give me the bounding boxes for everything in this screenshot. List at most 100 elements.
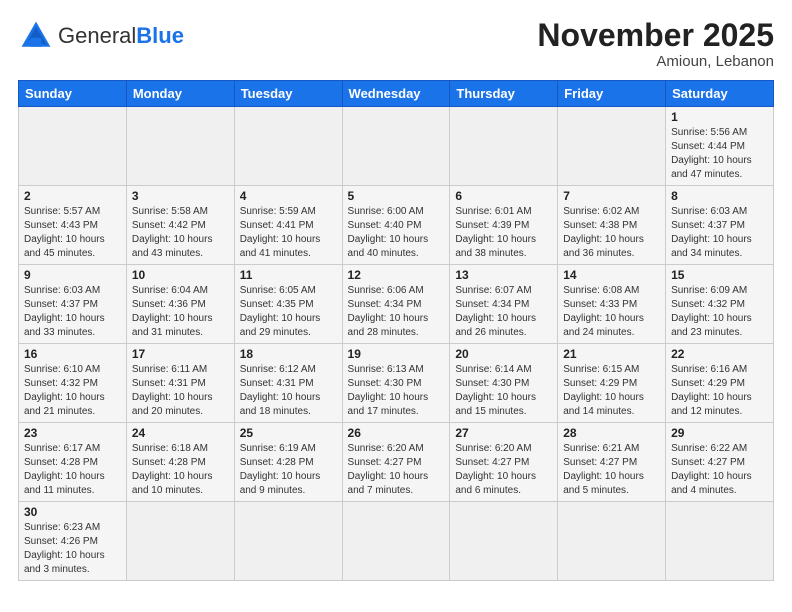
day-number: 19: [348, 347, 445, 361]
calendar-cell: 17 Sunrise: 6:11 AM Sunset: 4:31 PM Dayli…: [126, 344, 234, 423]
header-friday: Friday: [558, 81, 666, 107]
calendar-cell: 26 Sunrise: 6:20 AM Sunset: 4:27 PM Dayli…: [342, 423, 450, 502]
calendar-cell: 10Sunrise: 6:04 AM Sunset: 4:36 PM Dayli…: [126, 265, 234, 344]
calendar-cell: 13Sunrise: 6:07 AM Sunset: 4:34 PM Dayli…: [450, 265, 558, 344]
day-info: Sunrise: 6:18 AM Sunset: 4:28 PM Dayligh…: [132, 442, 229, 498]
calendar-week-row: 30Sunrise: 6:23 AM Sunset: 4:26 PM Dayli…: [19, 502, 774, 581]
day-info: Sunrise: 6:11 AM Sunset: 4:31 PM Dayligh…: [132, 363, 229, 419]
calendar-cell: [19, 107, 127, 186]
calendar-week-row: 9 Sunrise: 6:03 AM Sunset: 4:37 PM Daylig…: [19, 265, 774, 344]
calendar-cell: [558, 107, 666, 186]
header-sunday: Sunday: [19, 81, 127, 107]
calendar-cell: 25 Sunrise: 6:19 AM Sunset: 4:28 PM Dayli…: [234, 423, 342, 502]
title-block: November 2025 Amioun, Lebanon: [537, 18, 774, 70]
day-number: 9: [24, 268, 121, 282]
day-info: Sunrise: 6:19 AM Sunset: 4:28 PM Dayligh…: [240, 442, 337, 498]
calendar-cell: [342, 107, 450, 186]
day-info: Sunrise: 6:21 AM Sunset: 4:27 PM Dayligh…: [563, 442, 660, 498]
day-info: Sunrise: 6:08 AM Sunset: 4:33 PM Dayligh…: [563, 284, 660, 340]
day-info: Sunrise: 5:57 AM Sunset: 4:43 PM Dayligh…: [24, 205, 121, 261]
day-number: 2: [24, 189, 121, 203]
day-number: 15: [671, 268, 768, 282]
header: GeneralBlue November 2025 Amioun, Lebano…: [18, 18, 774, 70]
calendar-cell: [126, 107, 234, 186]
calendar-cell: [666, 502, 774, 581]
calendar-week-row: 2 Sunrise: 5:57 AM Sunset: 4:43 PM Daylig…: [19, 186, 774, 265]
calendar-cell: 11Sunrise: 6:05 AM Sunset: 4:35 PM Dayli…: [234, 265, 342, 344]
day-number: 21: [563, 347, 660, 361]
calendar-cell: 24 Sunrise: 6:18 AM Sunset: 4:28 PM Dayli…: [126, 423, 234, 502]
calendar-cell: [342, 502, 450, 581]
day-number: 4: [240, 189, 337, 203]
calendar-cell: [126, 502, 234, 581]
calendar-cell: 15 Sunrise: 6:09 AM Sunset: 4:32 PM Dayli…: [666, 265, 774, 344]
day-info: Sunrise: 5:58 AM Sunset: 4:42 PM Dayligh…: [132, 205, 229, 261]
calendar-cell: [558, 502, 666, 581]
calendar-cell: 29 Sunrise: 6:22 AM Sunset: 4:27 PM Dayli…: [666, 423, 774, 502]
header-thursday: Thursday: [450, 81, 558, 107]
day-number: 23: [24, 426, 121, 440]
calendar-cell: 22 Sunrise: 6:16 AM Sunset: 4:29 PM Dayli…: [666, 344, 774, 423]
calendar-week-row: 1Sunrise: 5:56 AM Sunset: 4:44 PM Daylig…: [19, 107, 774, 186]
month-year-title: November 2025: [537, 18, 774, 53]
calendar-week-row: 16Sunrise: 6:10 AM Sunset: 4:32 PM Dayli…: [19, 344, 774, 423]
day-info: Sunrise: 6:12 AM Sunset: 4:31 PM Dayligh…: [240, 363, 337, 419]
day-number: 26: [348, 426, 445, 440]
day-info: Sunrise: 6:22 AM Sunset: 4:27 PM Dayligh…: [671, 442, 768, 498]
day-info: Sunrise: 6:02 AM Sunset: 4:38 PM Dayligh…: [563, 205, 660, 261]
day-number: 10: [132, 268, 229, 282]
calendar-cell: [234, 502, 342, 581]
calendar-cell: 6Sunrise: 6:01 AM Sunset: 4:39 PM Daylig…: [450, 186, 558, 265]
calendar-cell: 23 Sunrise: 6:17 AM Sunset: 4:28 PM Dayli…: [19, 423, 127, 502]
calendar-cell: 9 Sunrise: 6:03 AM Sunset: 4:37 PM Daylig…: [19, 265, 127, 344]
day-info: Sunrise: 6:10 AM Sunset: 4:32 PM Dayligh…: [24, 363, 121, 419]
day-info: Sunrise: 6:03 AM Sunset: 4:37 PM Dayligh…: [24, 284, 121, 340]
logo: GeneralBlue: [18, 18, 184, 54]
day-number: 17: [132, 347, 229, 361]
location-label: Amioun, Lebanon: [537, 53, 774, 70]
calendar-cell: 27Sunrise: 6:20 AM Sunset: 4:27 PM Dayli…: [450, 423, 558, 502]
day-info: Sunrise: 6:17 AM Sunset: 4:28 PM Dayligh…: [24, 442, 121, 498]
day-info: Sunrise: 6:16 AM Sunset: 4:29 PM Dayligh…: [671, 363, 768, 419]
header-tuesday: Tuesday: [234, 81, 342, 107]
day-number: 29: [671, 426, 768, 440]
day-number: 27: [455, 426, 552, 440]
day-number: 8: [671, 189, 768, 203]
day-number: 24: [132, 426, 229, 440]
calendar-cell: 2 Sunrise: 5:57 AM Sunset: 4:43 PM Daylig…: [19, 186, 127, 265]
logo-text: GeneralBlue: [58, 25, 184, 48]
day-info: Sunrise: 6:09 AM Sunset: 4:32 PM Dayligh…: [671, 284, 768, 340]
calendar-cell: 12Sunrise: 6:06 AM Sunset: 4:34 PM Dayli…: [342, 265, 450, 344]
day-number: 22: [671, 347, 768, 361]
day-number: 20: [455, 347, 552, 361]
calendar-table: Sunday Monday Tuesday Wednesday Thursday…: [18, 80, 774, 581]
weekday-header-row: Sunday Monday Tuesday Wednesday Thursday…: [19, 81, 774, 107]
header-wednesday: Wednesday: [342, 81, 450, 107]
header-monday: Monday: [126, 81, 234, 107]
day-info: Sunrise: 6:00 AM Sunset: 4:40 PM Dayligh…: [348, 205, 445, 261]
calendar-cell: [450, 502, 558, 581]
day-info: Sunrise: 6:23 AM Sunset: 4:26 PM Dayligh…: [24, 521, 121, 577]
calendar-cell: 7 Sunrise: 6:02 AM Sunset: 4:38 PM Daylig…: [558, 186, 666, 265]
day-info: Sunrise: 6:15 AM Sunset: 4:29 PM Dayligh…: [563, 363, 660, 419]
day-number: 18: [240, 347, 337, 361]
calendar-cell: 8Sunrise: 6:03 AM Sunset: 4:37 PM Daylig…: [666, 186, 774, 265]
day-info: Sunrise: 6:06 AM Sunset: 4:34 PM Dayligh…: [348, 284, 445, 340]
day-info: Sunrise: 6:20 AM Sunset: 4:27 PM Dayligh…: [348, 442, 445, 498]
day-info: Sunrise: 5:56 AM Sunset: 4:44 PM Dayligh…: [671, 126, 768, 182]
calendar-cell: [234, 107, 342, 186]
header-saturday: Saturday: [666, 81, 774, 107]
calendar-cell: 5Sunrise: 6:00 AM Sunset: 4:40 PM Daylig…: [342, 186, 450, 265]
calendar-cell: 30Sunrise: 6:23 AM Sunset: 4:26 PM Dayli…: [19, 502, 127, 581]
day-number: 6: [455, 189, 552, 203]
day-info: Sunrise: 6:14 AM Sunset: 4:30 PM Dayligh…: [455, 363, 552, 419]
day-number: 3: [132, 189, 229, 203]
calendar-cell: 20 Sunrise: 6:14 AM Sunset: 4:30 PM Dayli…: [450, 344, 558, 423]
calendar-cell: [450, 107, 558, 186]
day-info: Sunrise: 5:59 AM Sunset: 4:41 PM Dayligh…: [240, 205, 337, 261]
day-number: 25: [240, 426, 337, 440]
day-number: 7: [563, 189, 660, 203]
day-number: 14: [563, 268, 660, 282]
day-info: Sunrise: 6:13 AM Sunset: 4:30 PM Dayligh…: [348, 363, 445, 419]
day-number: 28: [563, 426, 660, 440]
